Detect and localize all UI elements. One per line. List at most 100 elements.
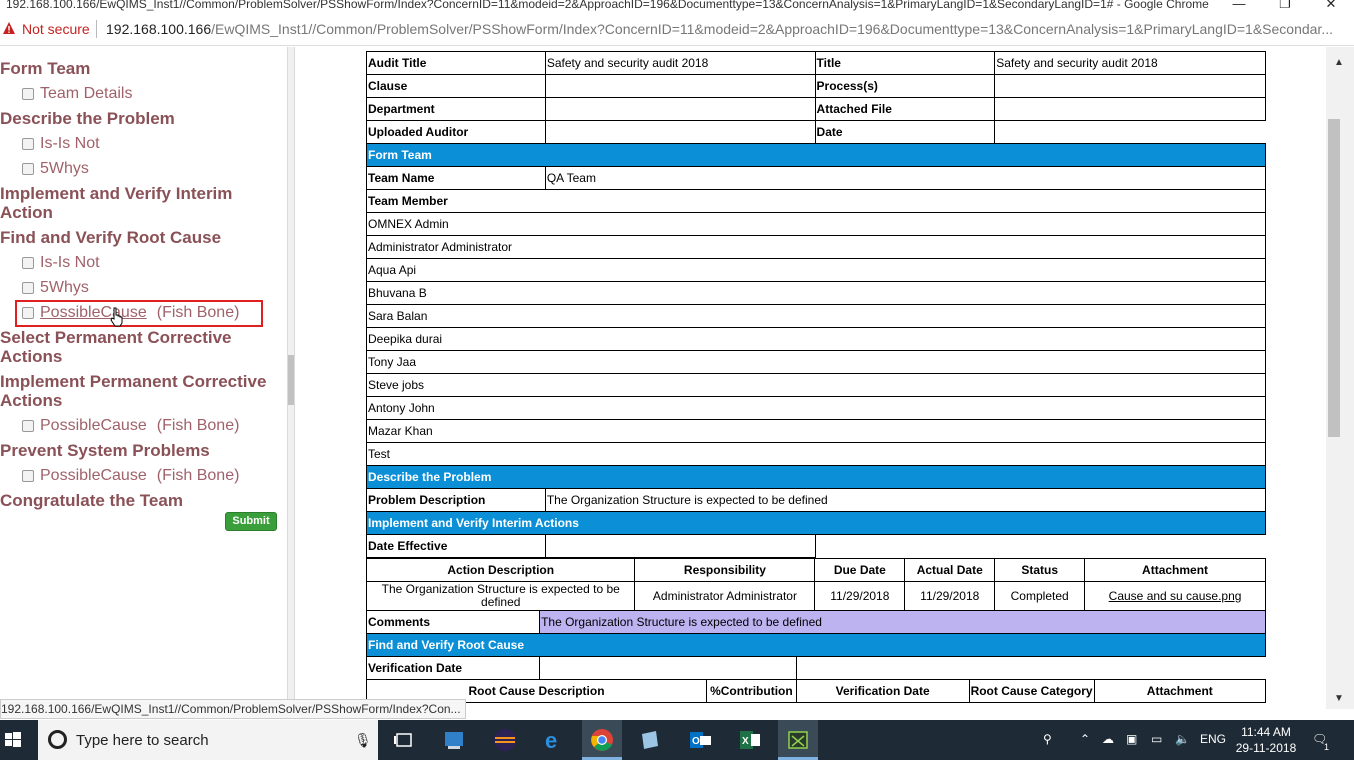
sidebar-item-label[interactable]: 5Whys — [40, 279, 89, 297]
sidebar-heading-form-team[interactable]: Form Team — [0, 59, 90, 78]
system-clock[interactable]: 11:44 AM 29-11-2018 — [1234, 724, 1298, 756]
team-member-row: Tony Jaa — [366, 350, 1266, 374]
sidebar-item-label[interactable]: Is-Is Not — [40, 254, 100, 272]
onedrive-icon[interactable]: ☁ — [1102, 732, 1114, 746]
sidebar-heading-congratulate[interactable]: Congratulate the Team — [0, 491, 183, 510]
edge-icon[interactable]: e — [540, 726, 568, 754]
uploaded-auditor-label: Uploaded Auditor — [366, 120, 546, 144]
root-cause-table: Comments The Organization Structure is e… — [365, 610, 1267, 703]
microphone-icon[interactable]: 🎙 — [354, 732, 372, 749]
task-view-icon[interactable] — [390, 726, 418, 754]
date-effective-value — [544, 534, 816, 558]
sidebar-heading-interim-line1[interactable]: Implement and Verify Interim — [0, 184, 232, 203]
taskbar-search-box[interactable]: Type here to search 🎙 — [38, 720, 378, 760]
checkbox[interactable] — [22, 420, 34, 432]
language-indicator[interactable]: ENG — [1200, 732, 1226, 746]
checkbox[interactable] — [22, 257, 34, 269]
sidebar-item-label[interactable]: PossibleCause — [40, 304, 147, 322]
verification-date-label: Verification Date — [365, 656, 541, 680]
sidebar-heading-describe-problem[interactable]: Describe the Problem — [0, 109, 175, 128]
search-placeholder[interactable]: Type here to search — [76, 732, 209, 749]
clause-value — [544, 74, 816, 98]
not-secure-label[interactable]: Not secure — [22, 21, 90, 37]
date-value — [995, 121, 1266, 144]
sidebar-item-5whys[interactable]: 5Whys — [22, 160, 89, 178]
checkbox[interactable] — [22, 282, 34, 294]
sidebar-item-label[interactable]: PossibleCause — [40, 417, 147, 435]
network-icon[interactable]: ▭ — [1151, 732, 1162, 746]
sidebar-item-label[interactable]: 5Whys — [40, 160, 89, 178]
sidebar-item-possible-cause[interactable]: PossibleCause (Fish Bone) — [22, 417, 239, 435]
problem-description-value: The Organization Structure is expected t… — [544, 488, 1267, 512]
section-root-cause: Find and Verify Root Cause — [366, 633, 1266, 657]
submit-button[interactable]: Submit — [225, 512, 277, 531]
file-explorer-icon[interactable] — [440, 726, 468, 754]
sidebar-item-label[interactable]: Is-Is Not — [40, 135, 100, 153]
checkbox[interactable] — [22, 307, 34, 319]
close-button[interactable]: ✕ — [1308, 0, 1354, 12]
warning-icon[interactable] — [2, 21, 16, 35]
sidebar-item-team-details[interactable]: Team Details — [22, 85, 132, 103]
sidebar-item-is-is-not[interactable]: Is-Is Not — [22, 254, 100, 272]
column-header: Action Description — [365, 558, 636, 582]
excel-icon[interactable]: X — [736, 726, 764, 754]
responsibility-cell: Administrator Administrator — [634, 581, 816, 611]
sidebar-item-is-is-not[interactable]: Is-Is Not — [22, 135, 100, 153]
page-scrollbar[interactable]: ▲ ▼ — [1326, 47, 1354, 709]
windows-start-icon[interactable] — [0, 720, 38, 760]
minimize-button[interactable]: — — [1216, 0, 1262, 12]
address-separator — [96, 20, 97, 38]
actual-date-cell: 11/29/2018 — [904, 581, 996, 611]
app-tray-icon[interactable]: ▣ — [1126, 732, 1137, 746]
snipping-tool-icon[interactable] — [784, 726, 812, 754]
sidebar-item-suffix: (Fish Bone) — [156, 304, 240, 321]
sidebar-item-possible-cause[interactable]: PossibleCause (Fish Bone) — [22, 467, 239, 485]
chrome-icon[interactable] — [588, 726, 616, 754]
scroll-down-icon[interactable]: ▼ — [1334, 693, 1344, 704]
checkbox[interactable] — [22, 163, 34, 175]
cortana-icon[interactable] — [48, 730, 67, 749]
restore-button[interactable]: ❐ — [1262, 0, 1308, 12]
outlook-icon[interactable]: O — [686, 726, 714, 754]
sidebar-heading-implement-permanent-line2[interactable]: Actions — [0, 391, 62, 410]
address-bar[interactable]: Not secure 192.168.100.166/EwQIMS_Inst1/… — [0, 12, 1354, 46]
team-member-row: Antony John — [366, 396, 1266, 420]
scroll-up-icon[interactable]: ▲ — [1334, 57, 1344, 68]
checkbox[interactable] — [22, 138, 34, 150]
attachment-link[interactable]: Cause and su cause.png — [1084, 581, 1266, 611]
sidebar: Form Team Team Details Describe the Prob… — [0, 47, 286, 699]
sidebar-heading-interim-line2[interactable]: Action — [0, 203, 53, 222]
clock-date: 29-11-2018 — [1235, 741, 1297, 755]
notification-count: 1 — [1324, 742, 1330, 752]
sidebar-heading-root-cause[interactable]: Find and Verify Root Cause — [0, 228, 221, 247]
team-member-label: Team Member — [366, 189, 1266, 213]
notepad-icon[interactable] — [636, 726, 664, 754]
sidebar-item-possible-cause[interactable]: PossibleCause (Fish Bone) — [22, 304, 239, 322]
svg-text:e: e — [545, 728, 557, 753]
checkbox[interactable] — [22, 88, 34, 100]
sidebar-heading-prevent[interactable]: Prevent System Problems — [0, 441, 210, 460]
chevron-up-icon[interactable]: ⌃ — [1080, 732, 1090, 746]
sidebar-item-5whys[interactable]: 5Whys — [22, 279, 89, 297]
svg-text:O: O — [692, 736, 700, 747]
people-icon[interactable]: ⚲ — [1043, 732, 1052, 746]
problem-description-label: Problem Description — [366, 488, 546, 512]
column-header: Verification Date — [795, 679, 970, 703]
sidebar-item-label[interactable]: Team Details — [40, 85, 132, 103]
department-value — [544, 97, 816, 121]
action-description-line: The Organization Structure is expected t… — [381, 582, 620, 596]
sidebar-scrollbar-thumb[interactable] — [288, 355, 294, 405]
sidebar-scrollbar[interactable] — [287, 47, 295, 699]
sidebar-heading-select-permanent-line1[interactable]: Select Permanent Corrective — [0, 328, 232, 347]
sidebar-item-label[interactable]: PossibleCause — [40, 467, 147, 485]
checkbox[interactable] — [22, 470, 34, 482]
volume-icon[interactable]: 🔈 — [1175, 732, 1190, 746]
comments-value: The Organization Structure is expected t… — [539, 610, 1266, 634]
sidebar-heading-implement-permanent-line1[interactable]: Implement Permanent Corrective — [0, 372, 266, 391]
sidebar-heading-select-permanent-line2[interactable]: Actions — [0, 347, 62, 366]
page-scrollbar-thumb[interactable] — [1328, 119, 1340, 437]
eclipse-icon[interactable] — [491, 726, 519, 754]
team-member-row: Sara Balan — [366, 304, 1266, 328]
url-text[interactable]: 192.168.100.166/EwQIMS_Inst1//Common/Pro… — [106, 21, 1346, 37]
action-description-line: defined — [481, 595, 521, 609]
